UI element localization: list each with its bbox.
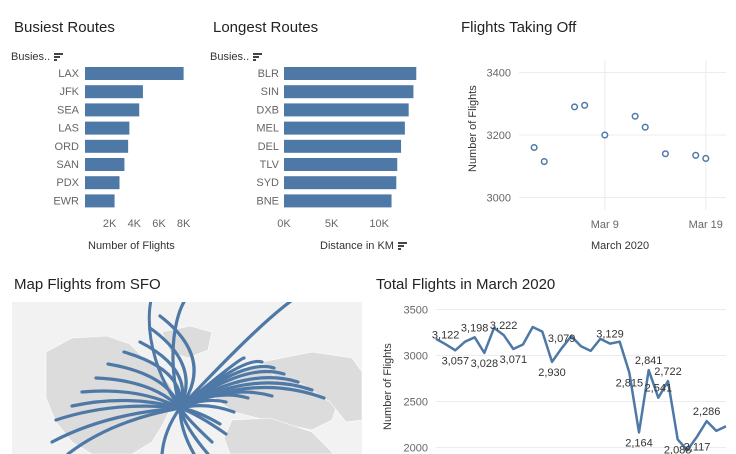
total-y-tick-label: 2500 [404,396,428,408]
busiest-x-tick-label: 8K [177,218,191,230]
busiest-bar [85,67,184,80]
total-data-label: 2,164 [625,437,653,449]
busiest-category-label: LAS [58,123,79,135]
total-data-label: 3,222 [490,320,518,332]
takeoff-scatter-chart: 3000 3200 3400 Mar 9 Mar 19 [487,60,726,231]
total-y-tick-label: 3000 [404,350,428,362]
busiest-routes-chart: LAX JFK SEA LAS ORD SAN PDX EWR 2K 4K 6K 8K [53,67,191,230]
takeoff-x-tick-label: Mar 19 [689,219,723,231]
takeoff-title: Flights Taking Off [461,19,577,36]
total-data-label: 2,117 [684,442,711,454]
busiest-bar [85,103,140,117]
longest-category-label: SIN [261,86,279,98]
busiest-category-label: SAN [56,159,79,171]
busiest-bar [85,176,120,190]
longest-bar [284,194,392,208]
longest-routes-chart: BLR SIN DXB MEL DEL TLV SYD BNE 0K 5K 10K [256,67,417,230]
longest-category-label: SYD [256,177,279,189]
busiest-bar [85,85,143,99]
busiest-axis-title: Number of Flights [88,240,175,252]
map-title: Map Flights from SFO [14,276,161,293]
map-canvas [45,302,362,454]
busiest-bar [85,139,129,153]
total-data-label: 2,286 [693,406,721,418]
busiest-bar [85,121,130,135]
sort-descending-icon[interactable] [397,242,407,250]
busiest-category-label: LAX [58,68,79,80]
total-y-tick-label: 2000 [404,442,428,454]
takeoff-point [601,131,609,139]
longest-x-tick-label: 10K [369,218,389,230]
busiest-category-label: JFK [59,86,79,98]
busiest-category-label: EWR [53,195,79,207]
busiest-x-tick-label: 6K [152,218,166,230]
takeoff-y-tick-label: 3200 [487,130,511,142]
takeoff-point [581,101,589,109]
total-y-tick-label: 3500 [404,305,428,317]
longest-bar [284,67,417,80]
longest-category-label: BNE [256,195,279,207]
longest-routes-title: Longest Routes [213,19,319,36]
busiest-x-tick-label: 4K [128,218,142,230]
total-series-line [435,325,727,452]
longest-bar [284,85,414,99]
longest-category-label: DXB [256,104,279,116]
total-data-label: 3,198 [461,322,489,334]
takeoff-y-tick-label: 3000 [487,193,511,205]
takeoff-point [631,112,639,120]
takeoff-point [570,103,579,111]
total-data-label: 3,079 [548,333,576,345]
longest-category-label: TLV [260,159,280,171]
total-data-label: 2,722 [654,366,682,378]
busiest-bar [85,158,125,171]
longest-bar [284,139,402,153]
total-data-label: 3,071 [500,354,528,366]
takeoff-point [661,150,669,158]
busiest-routes-title: Busiest Routes [14,19,115,36]
longest-bar [284,176,397,190]
takeoff-x-tick-label: Mar 9 [591,219,619,231]
longest-category-label: MEL [256,123,279,135]
takeoff-point [530,143,538,152]
longest-x-tick-label: 0K [277,218,291,230]
takeoff-y-tick-label: 3400 [487,68,511,80]
total-data-label: 3,122 [432,329,460,341]
busiest-category-label: ORD [55,141,80,153]
busiest-category-label: SEA [57,104,80,116]
longest-x-tick-label: 5K [325,218,339,230]
takeoff-point [692,151,700,159]
longest-bar [284,158,398,171]
total-data-label: 3,129 [596,329,624,341]
longest-axis-header[interactable]: Distance in KM [320,240,407,252]
total-data-label: 3,057 [442,355,470,367]
longest-bar [284,103,409,117]
longest-category-label: BLR [258,68,279,80]
total-data-label: 2,815 [616,378,644,390]
total-data-label: 2,541 [645,383,673,395]
total-data-label: 2,930 [538,367,566,379]
longest-axis-title: Distance in KM [320,240,394,252]
total-y-axis-title: Number of Flights [382,343,394,430]
total-flights-title: Total Flights in March 2020 [376,276,556,293]
total-data-label: 3,028 [471,358,499,370]
takeoff-point [540,158,548,166]
takeoff-x-axis-title: March 2020 [591,240,650,252]
takeoff-point [641,123,649,131]
busiest-category-label: PDX [56,177,79,189]
takeoff-point [702,154,710,162]
total-flights-line-chart: 2000 2500 3000 3500 3,122 3,057 3,198 3,028 3,22… [404,305,727,454]
busiest-bar [85,194,115,208]
longest-category-label: DEL [258,141,279,153]
busiest-x-tick-label: 2K [103,218,117,230]
route-map[interactable] [12,302,362,454]
longest-bar [284,121,405,135]
flight-route-arc [178,406,228,436]
